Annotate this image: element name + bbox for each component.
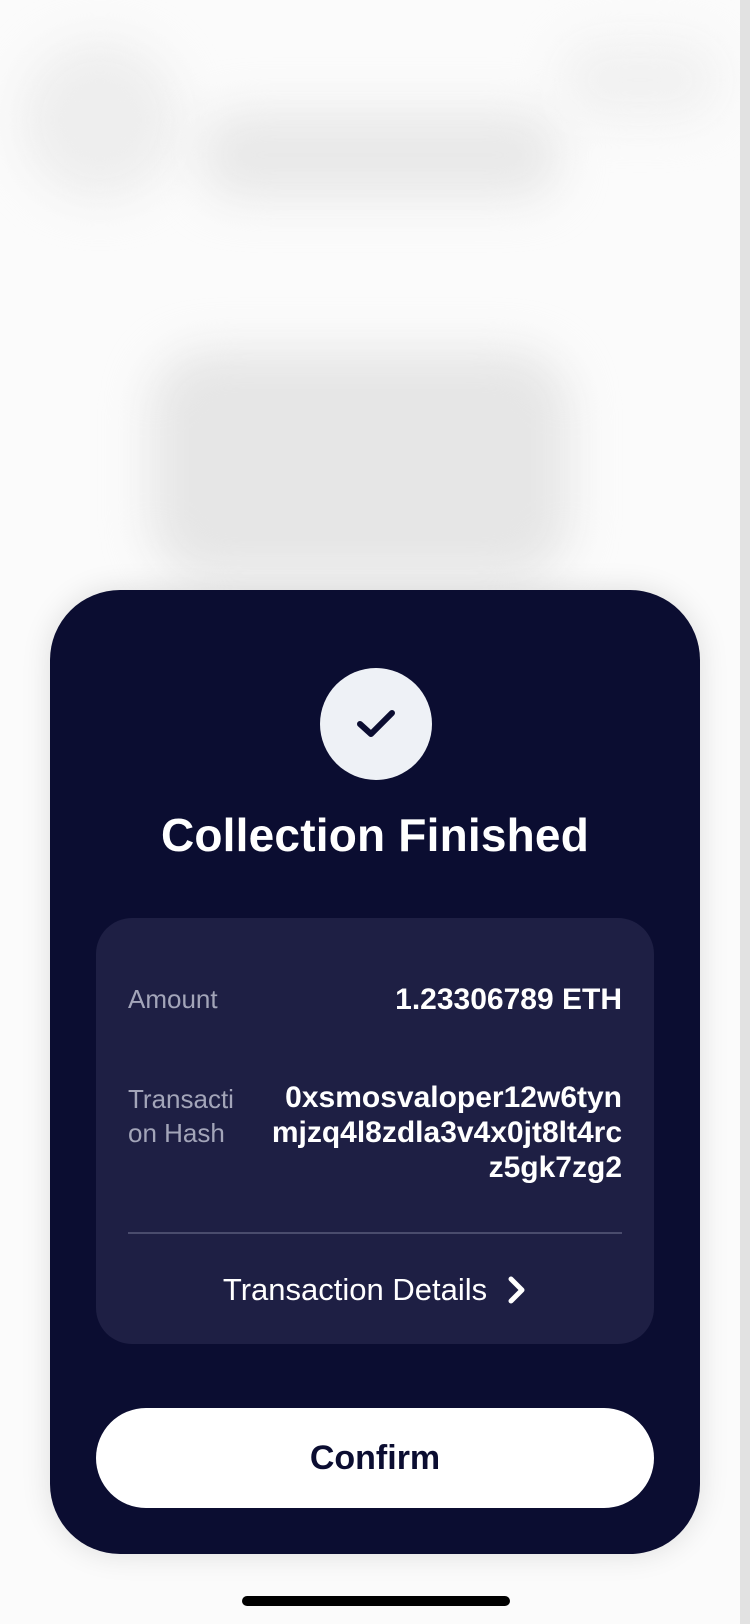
background-blur-shape bbox=[150, 350, 570, 580]
collection-finished-sheet: Collection Finished Amount 1.23306789 ET… bbox=[50, 590, 700, 1554]
chevron-right-icon bbox=[507, 1275, 527, 1305]
divider bbox=[128, 1232, 622, 1234]
amount-value: 1.23306789 ETH bbox=[395, 983, 622, 1016]
transaction-summary-card: Amount 1.23306789 ETH Transaction Hash 0… bbox=[96, 918, 654, 1344]
background-blur-shape bbox=[200, 110, 560, 200]
transaction-details-link[interactable]: Transaction Details bbox=[96, 1266, 654, 1314]
checkmark-icon bbox=[357, 710, 395, 737]
background-blur-shape bbox=[20, 40, 180, 200]
success-badge bbox=[320, 668, 432, 780]
confirm-button[interactable]: Confirm bbox=[96, 1408, 654, 1508]
transaction-hash-value: 0xsmosvaloper12w6tynmjzq4l8zdla3v4x0jt8l… bbox=[271, 1081, 622, 1184]
home-indicator bbox=[242, 1596, 510, 1606]
transaction-hash-label: Transaction Hash bbox=[128, 1084, 234, 1148]
amount-label: Amount bbox=[128, 984, 218, 1014]
dialog-title: Collection Finished bbox=[160, 809, 590, 861]
transaction-details-label: Transaction Details bbox=[222, 1272, 488, 1307]
scroll-edge bbox=[740, 0, 750, 1624]
background-blur-shape bbox=[560, 40, 720, 120]
